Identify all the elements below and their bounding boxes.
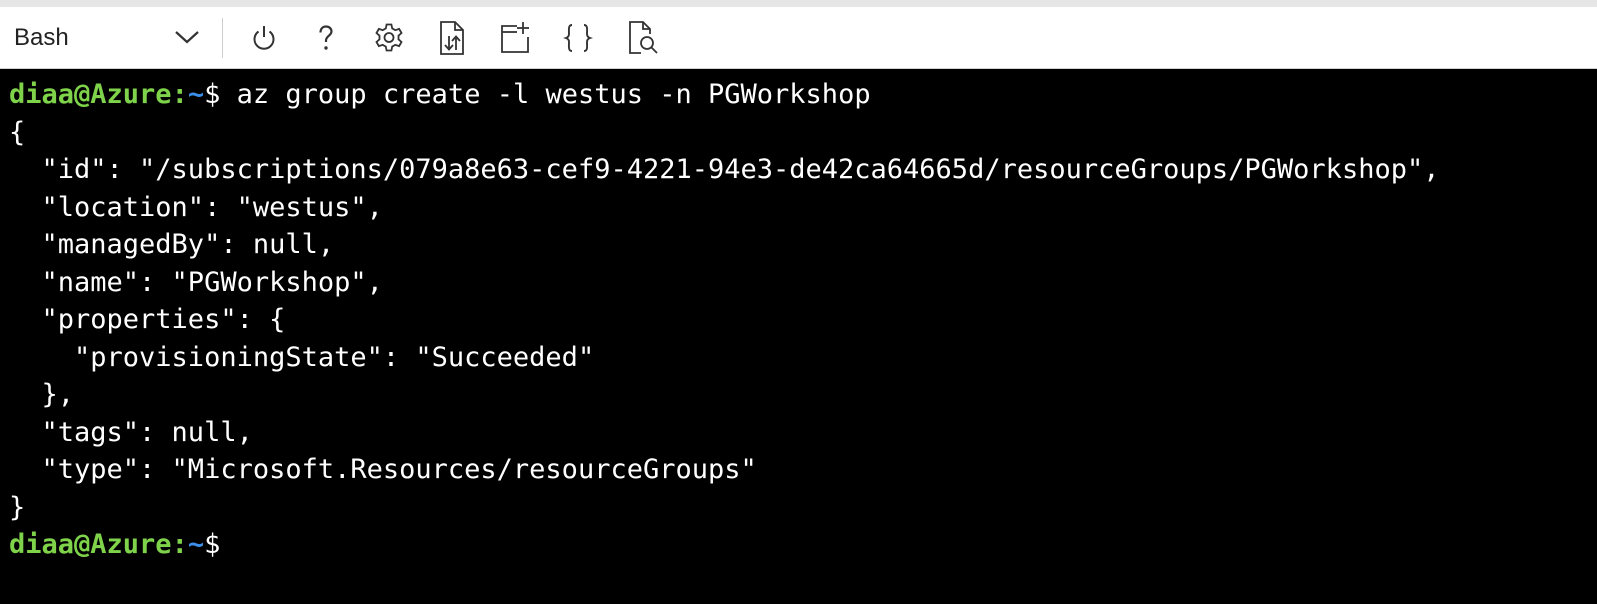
prompt-user-host: diaa@Azure [9, 529, 172, 560]
window-top-strip [0, 0, 1597, 7]
terminal-output[interactable]: diaa@Azure:~$ az group create -l westus … [0, 70, 1597, 604]
gear-icon [372, 21, 406, 55]
editor-button[interactable] [558, 18, 598, 58]
prompt-symbol: $ [204, 529, 221, 560]
help-button[interactable] [306, 18, 346, 58]
web-preview-icon [624, 20, 660, 56]
restart-button[interactable] [244, 18, 284, 58]
prompt-path: ~ [187, 79, 205, 110]
cloud-shell-toolbar: Bash [0, 7, 1597, 69]
toolbar-divider [222, 18, 223, 58]
help-icon [310, 22, 342, 54]
output-line: }, [9, 379, 75, 410]
output-line: "type": "Microsoft.Resources/resourceGro… [9, 454, 757, 485]
output-line: "managedBy": null, [9, 229, 335, 260]
new-session-icon [497, 20, 533, 56]
prompt-separator: : [171, 79, 188, 110]
output-line: "name": "PGWorkshop", [9, 266, 383, 298]
prompt-line[interactable]: diaa@Azure:~$ [9, 526, 1597, 564]
output-line: "id": "/subscriptions/079a8e63-cef9-4221… [9, 154, 1440, 185]
output-line: "properties": { [9, 304, 286, 335]
prompt-symbol: $ [204, 79, 221, 110]
prompt-path: ~ [187, 529, 205, 560]
command-text: az group create -l westus -n PGWorkshop [220, 79, 871, 110]
prompt-user-host: diaa@Azure [9, 79, 172, 110]
shell-type-label: Bash [14, 24, 69, 51]
output-line: "provisioningState": "Succeeded" [9, 341, 595, 373]
new-session-button[interactable] [495, 18, 535, 58]
power-icon [248, 22, 280, 54]
output-line: } [9, 491, 26, 523]
chevron-down-icon [174, 27, 200, 47]
web-preview-button[interactable] [622, 18, 662, 58]
settings-button[interactable] [369, 18, 409, 58]
prompt-separator: : [171, 529, 188, 560]
command-line: diaa@Azure:~$ az group create -l westus … [9, 76, 1597, 114]
output-line: "tags": null, [9, 416, 253, 448]
upload-download-button[interactable] [432, 18, 472, 58]
braces-icon [561, 21, 595, 55]
output-line: { [9, 116, 26, 148]
output-line: "location": "westus", [9, 191, 383, 223]
shell-type-dropdown[interactable]: Bash [0, 7, 214, 69]
upload-download-icon [435, 20, 469, 56]
